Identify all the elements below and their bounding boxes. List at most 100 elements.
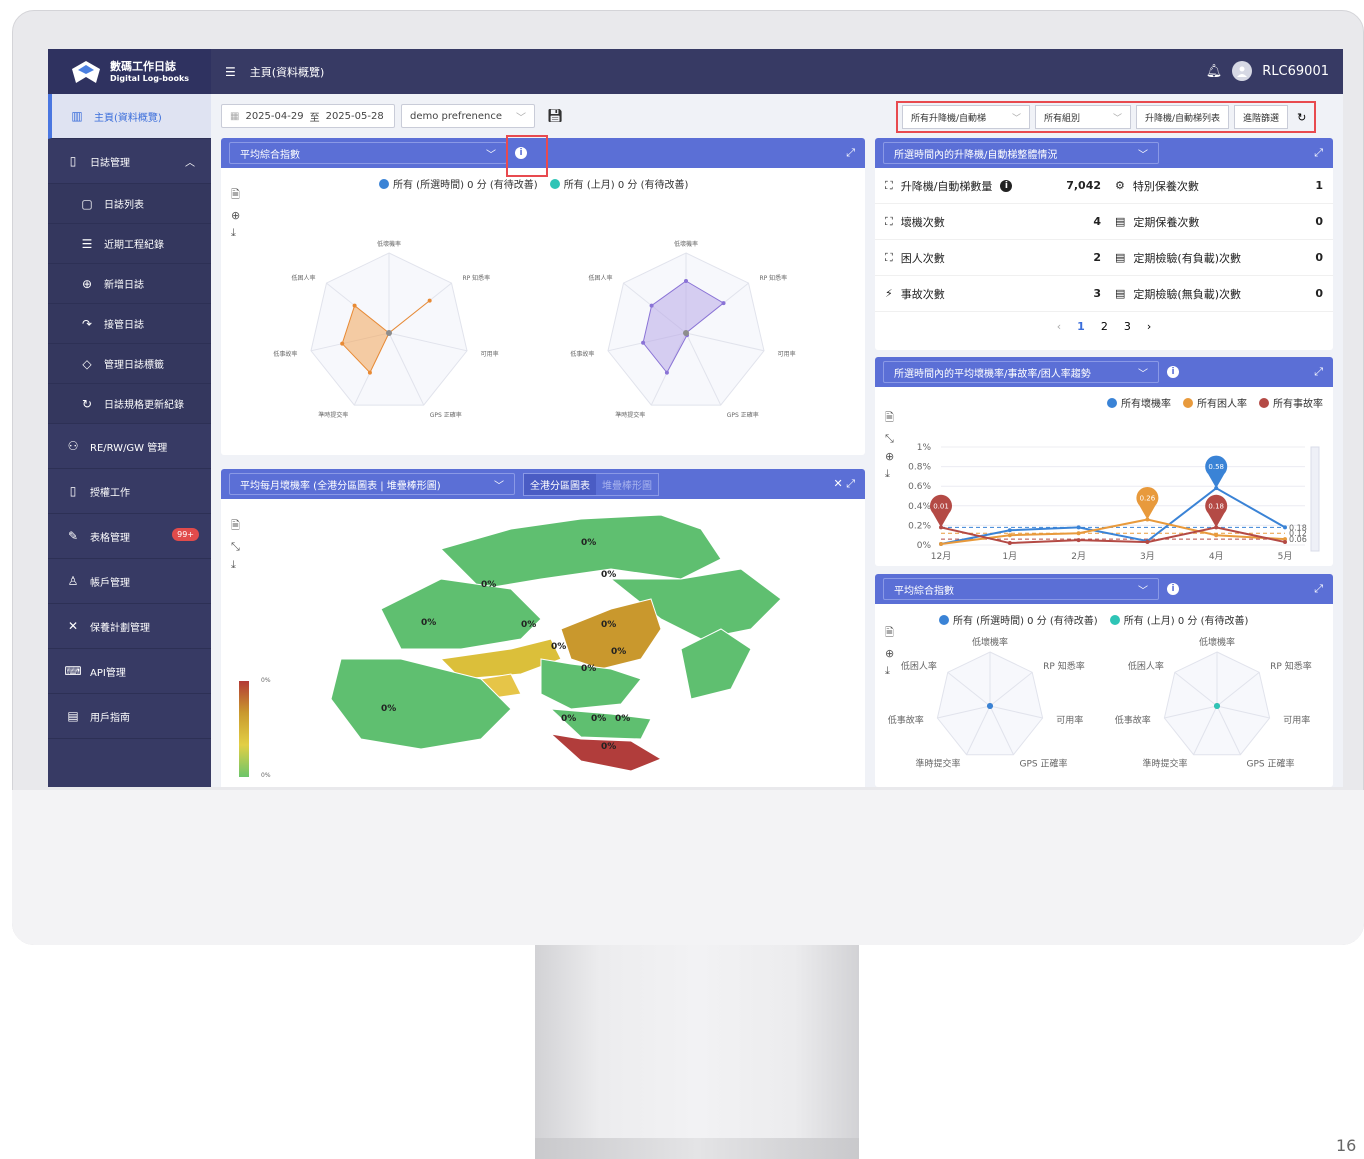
scale-bottom-label: 0% [261, 772, 271, 779]
sidebar-item-maintenance-plan[interactable]: ✕ 保養計劃管理 [48, 604, 211, 649]
advanced-filter-button[interactable]: 進階篩選 [1234, 105, 1289, 129]
stat-label: 定期檢驗(有負載)次數 [1133, 251, 1241, 265]
radar-point [721, 301, 726, 306]
avatar[interactable] [1232, 61, 1253, 81]
fullscreen-icon[interactable]: ⤡ [231, 540, 240, 554]
region-label: 0% [551, 642, 566, 652]
stat-value: 2 [1093, 251, 1101, 264]
sidebar-item-label: 帳戶管理 [90, 577, 130, 589]
next-page-icon[interactable]: › [1147, 320, 1151, 333]
zoom-scrollbar [1310, 446, 1320, 552]
series-point [1283, 540, 1287, 545]
sidebar-item-manage-tags[interactable]: ◇ 管理日誌標籤 [48, 344, 211, 384]
radar-axis-label: RP 知悉率 [462, 274, 490, 282]
radar-axis-label: RP 知悉率 [759, 274, 787, 282]
expand-icon[interactable]: ⤢ [1314, 365, 1323, 379]
composite-index-panel: 平均綜合指數 ﹀ i ⤢ 🗎 ⊕ ⤓ 所有 (所選時間) 0 分 (有待改善) 所… [221, 138, 865, 455]
panel-header: 平均綜合指數 ﹀ i ⤢ [875, 574, 1333, 604]
lift-list-button[interactable]: 升降機/自動梯列表 [1136, 105, 1230, 129]
radar-axis-label: 低困人率 [1128, 660, 1164, 672]
sidebar-item-user-guide[interactable]: ▤ 用戶指南 [48, 694, 211, 739]
sidebar-item-takeover-log[interactable]: ↷ 接管日誌 [48, 304, 211, 344]
sidebar-item-api[interactable]: ⌨ API管理 [48, 649, 211, 694]
prev-page-icon[interactable]: ‹ [1057, 320, 1061, 333]
stat-label: 壞機次數 [900, 215, 945, 229]
date-range-picker[interactable]: ▦ 2025-04-29 至 2025-05-28 [221, 104, 395, 128]
reference-line-label: 0.06 [1289, 535, 1307, 544]
radar-charts: 低壞機率 RP 知悉率可用率 GPS 正確率 準時提交率 低事故率 低困人率 低壞機率 RP … [273, 240, 795, 419]
edit-doc-icon: ✎ [67, 529, 79, 543]
radar-axis-label: GPS 正確率 [727, 411, 759, 419]
save-icon[interactable]: 💾︎ [547, 109, 564, 124]
region-label: 0% [481, 580, 496, 590]
x-tick-label: 4月 [1209, 551, 1224, 562]
page-link[interactable]: 3 [1124, 320, 1131, 333]
y-tick-label: 0.6% [908, 482, 931, 492]
sidebar-item-re-rw-gw[interactable]: ⚇ RE/RW/GW 管理 [48, 424, 211, 469]
expand-icon[interactable]: ✕ ⤢ [833, 477, 855, 491]
series-point [939, 542, 943, 547]
series-point [1076, 525, 1081, 530]
sidebar-item-accounts[interactable]: ♙ 帳戶管理 [48, 559, 211, 604]
tag-icon: ◇ [82, 356, 92, 371]
advanced-filter-label: 進階篩選 [1243, 113, 1280, 124]
sidebar-item-log-list[interactable]: ▢ 日誌列表 [48, 184, 211, 224]
sidebar-item-recent-work[interactable]: ☰ 近期工程紀錄 [48, 224, 211, 264]
sidebar-item-home[interactable]: ▥ 主頁(資料概覽) [48, 94, 211, 139]
preference-select[interactable]: demo prefrenence ﹀ [401, 104, 535, 128]
menu-toggle-icon[interactable]: ☰ [225, 65, 236, 79]
sidebar-item-spec-updates[interactable]: ↻ 日誌規格更新紀錄 [48, 384, 211, 424]
username[interactable]: RLC69001 [1262, 64, 1329, 79]
trend-select[interactable]: 所選時間內的平均壞機率/事故率/困人率趨勢 ﹀ [883, 361, 1159, 383]
stat-value: 0 [1315, 251, 1323, 264]
composite-index-select[interactable]: 平均綜合指數 ﹀ [229, 142, 507, 164]
expand-icon[interactable]: ⤢ [1314, 582, 1323, 596]
legend-item-last-month: 所有 (上月) 0 分 (有待改善) [549, 176, 688, 191]
radar-axis-label: 低困人率 [588, 274, 612, 282]
sidebar-item-log-management[interactable]: ▯ 日誌管理 ︿ [48, 139, 211, 184]
sidebar-item-new-log[interactable]: ⊕ 新增日誌 [48, 264, 211, 304]
stat-row: ⛶ 壞機次數 4 ▤ 定期保養次數 0 [875, 204, 1333, 240]
y-tick-label: 1% [917, 443, 932, 453]
radar-axis-label: 低壞機率 [674, 240, 698, 248]
radar-axis-label: 低困人率 [291, 274, 315, 282]
sidebar-item-label: 日誌列表 [104, 200, 144, 211]
data-label-pin [930, 494, 952, 528]
data-label: 0.01 [933, 502, 949, 510]
info-icon[interactable]: i [1167, 366, 1179, 378]
logo-icon [72, 60, 100, 83]
bell-icon[interactable]: 🔔︎ [1206, 64, 1223, 79]
radar-point [340, 341, 345, 346]
info-icon[interactable]: i [1167, 583, 1179, 595]
tab-region-map[interactable]: 全港分區圖表 [524, 473, 596, 495]
composite-index-select[interactable]: 平均綜合指數 ﹀ [883, 578, 1159, 600]
region-label: 0% [581, 664, 596, 674]
expand-icon[interactable]: ⤢ [1314, 146, 1323, 160]
legend-label: 所有 (所選時間) 0 分 (有待改善) [393, 180, 538, 191]
download-icon[interactable]: ⤓ [231, 558, 240, 572]
page-link[interactable]: 1 [1077, 320, 1085, 333]
expand-icon[interactable]: ⤢ [846, 146, 855, 160]
api-icon: ⌨ [64, 664, 82, 678]
info-icon[interactable]: i [1000, 179, 1013, 192]
refresh-icon[interactable]: ↻ [1297, 111, 1306, 124]
lift-filter-value: 所有升降機/自動梯 [911, 113, 987, 124]
radar-axis-label: 可用率 [1056, 714, 1083, 726]
page-link[interactable]: 2 [1101, 320, 1108, 333]
group-filter-select[interactable]: 所有組別 ﹀ [1035, 105, 1131, 129]
lift-filter-select[interactable]: 所有升降機/自動梯 ﹀ [902, 105, 1030, 129]
sidebar-item-authorized-work[interactable]: ▯ 授權工作 [48, 469, 211, 514]
document-icon[interactable]: 🗎 [231, 517, 240, 536]
map-region [560, 598, 662, 670]
sidebar-item-forms[interactable]: ✎ 表格管理 99+ [48, 514, 211, 559]
data-label-pin [1136, 486, 1159, 520]
legend-item-current: 所有 (所選時間) 0 分 (有待改善) [379, 176, 538, 191]
radar-axis-label: RP 知悉率 [1270, 660, 1312, 672]
map-view-select[interactable]: 平均每月壞機率 (全港分區圖表 | 堆疊棒形圖) ﹀ [229, 473, 515, 495]
summary-select[interactable]: 所選時間內的升降機/自動梯整體情況 ﹀ [883, 142, 1159, 164]
x-tick-label: 5月 [1278, 551, 1293, 562]
sidebar-item-label: 日誌管理 [90, 157, 130, 169]
panel-title: 所選時間內的平均壞機率/事故率/困人率趨勢 [894, 368, 1091, 380]
tab-stacked-bar[interactable]: 堆疊棒形圖 [596, 474, 658, 495]
data-label: 0.18 [1208, 502, 1224, 510]
